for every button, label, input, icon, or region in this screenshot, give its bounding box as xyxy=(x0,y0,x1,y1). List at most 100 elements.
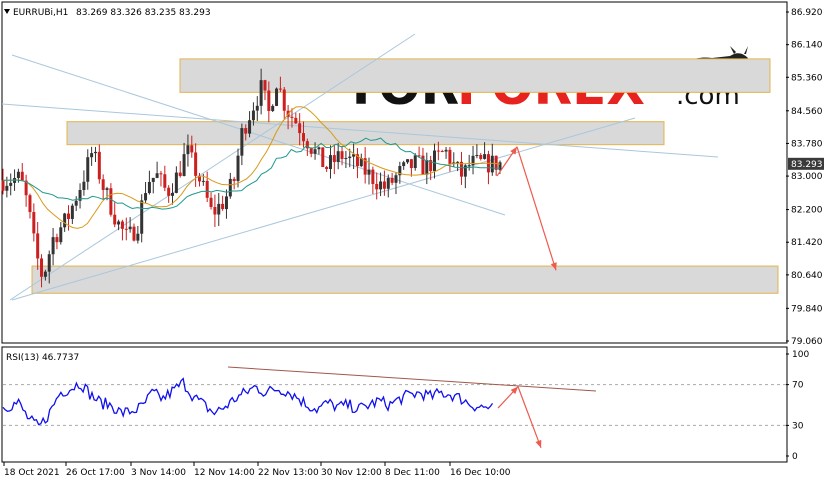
candle-body xyxy=(386,177,390,189)
candle-body xyxy=(86,157,90,182)
candle-body xyxy=(444,149,448,152)
candle-body xyxy=(63,213,67,228)
candle-body xyxy=(109,188,113,215)
candle-body xyxy=(167,187,171,196)
candle-body xyxy=(348,156,352,159)
candle-body xyxy=(159,173,163,175)
candle-body xyxy=(113,214,117,225)
candle-body xyxy=(228,178,232,197)
candle-body xyxy=(224,196,228,210)
time-tick-label: 18 Oct 2021 xyxy=(4,468,60,478)
candle-body xyxy=(379,181,383,190)
candle-body xyxy=(390,177,394,183)
candle-body xyxy=(275,88,279,106)
candle-body xyxy=(467,165,471,167)
candle-body xyxy=(309,148,313,154)
candle-body xyxy=(340,151,344,159)
candle-body xyxy=(483,154,487,159)
candle-body xyxy=(244,128,248,134)
candle-body xyxy=(120,221,124,229)
candle-body xyxy=(248,120,252,134)
candle-body xyxy=(66,213,70,219)
candle-body xyxy=(278,88,282,90)
candle-body xyxy=(178,172,182,176)
candle-body xyxy=(463,165,467,177)
candle-body xyxy=(55,237,59,243)
candle-body xyxy=(259,80,263,106)
candle-body xyxy=(5,185,9,191)
rsi-tick-label: 0 xyxy=(792,452,798,462)
candle-body xyxy=(51,237,55,255)
candle-body xyxy=(90,153,94,158)
price-tick-label: 83.000 xyxy=(791,172,823,182)
candle-body xyxy=(433,150,437,172)
candle-body xyxy=(332,155,336,163)
candle-body xyxy=(290,116,294,118)
rsi-panel-frame xyxy=(1,346,788,463)
price-tick-label: 79.060 xyxy=(791,337,823,347)
candle-body xyxy=(201,180,205,182)
candle-body xyxy=(163,174,167,188)
candle-body xyxy=(282,89,286,111)
candle-body xyxy=(406,159,410,163)
candle-body xyxy=(190,145,194,153)
rsi-tick-label: 70 xyxy=(792,381,804,391)
candle-body xyxy=(128,226,132,230)
candle-body xyxy=(240,128,244,156)
candle-body xyxy=(101,179,105,190)
candle-body xyxy=(32,212,36,234)
candle-body xyxy=(140,200,144,234)
candle-body xyxy=(93,151,97,154)
time-tick-label: 30 Nov 12:00 xyxy=(321,468,382,478)
candle-body xyxy=(448,149,452,164)
price-tick-label: 79.840 xyxy=(791,304,823,314)
candle-body xyxy=(336,151,340,163)
candle-body xyxy=(371,169,375,184)
candle-body xyxy=(117,221,121,225)
candle-body xyxy=(217,203,221,215)
ohlc-label: 83.269 83.326 83.235 83.293 xyxy=(76,8,211,18)
candle-body xyxy=(124,228,128,230)
candle-body xyxy=(43,271,47,277)
price-tick-label: 86.920 xyxy=(791,8,823,18)
candle-body xyxy=(456,161,460,163)
candle-body xyxy=(232,178,236,182)
candle-body xyxy=(105,188,109,190)
price-zone xyxy=(66,121,665,146)
candle-body xyxy=(402,162,406,167)
candle-body xyxy=(213,206,217,215)
candle-body xyxy=(82,181,86,191)
rsi-title: RSI(13) 46.7737 xyxy=(6,353,79,363)
candle-body xyxy=(325,166,329,170)
time-tick-label: 22 Nov 13:00 xyxy=(258,468,319,478)
current-price-label: 83.293 xyxy=(791,160,823,170)
candle-body xyxy=(298,123,302,134)
candle-body xyxy=(321,147,325,167)
price-zone xyxy=(31,265,779,294)
candle-body xyxy=(16,171,20,178)
time-tick-label: 3 Nov 14:00 xyxy=(131,468,186,478)
chart-canvas: EURRUBi,H1 83.269 83.326 83.235 83.293 R… xyxy=(1,1,824,478)
candle-body xyxy=(255,105,259,111)
candle-body xyxy=(475,154,479,156)
candle-body xyxy=(313,149,317,154)
candle-body xyxy=(425,160,429,175)
price-tick-label: 80.640 xyxy=(791,271,823,281)
candle-body xyxy=(1,180,5,191)
candle-body xyxy=(367,169,371,175)
candle-body xyxy=(440,151,444,153)
price-tick-label: 83.780 xyxy=(791,139,823,149)
candle-body xyxy=(209,197,213,207)
candle-body xyxy=(302,133,306,142)
time-tick-label: 16 Dec 10:00 xyxy=(450,468,511,478)
time-tick-label: 12 Nov 14:00 xyxy=(194,468,255,478)
candle-body xyxy=(394,175,398,183)
price-tick-label: 85.360 xyxy=(791,73,823,83)
candle-body xyxy=(328,155,332,170)
candle-body xyxy=(136,233,140,241)
candle-body xyxy=(317,147,321,150)
time-tick-label: 26 Oct 17:00 xyxy=(66,468,125,478)
candle-body xyxy=(251,110,255,121)
symbol-label: EURRUBi,H1 xyxy=(13,8,68,18)
candle-body xyxy=(221,203,225,210)
